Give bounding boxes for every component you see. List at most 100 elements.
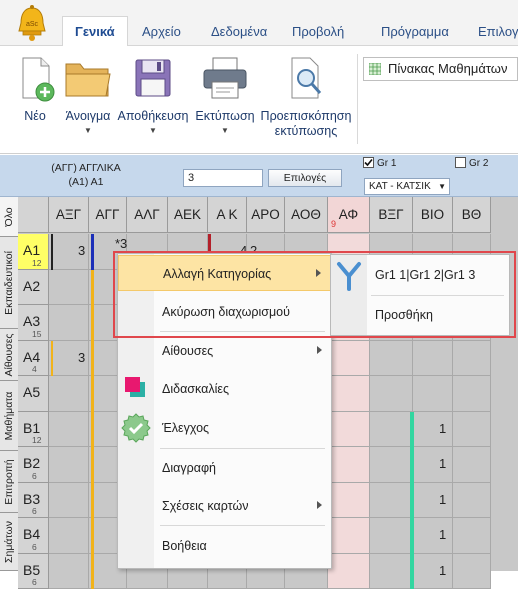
column-header[interactable]: ΒΞΓ <box>370 197 413 233</box>
tab-general[interactable]: Γενικά <box>62 16 128 47</box>
vtab-teachers[interactable]: Εκπαιδευτικοί <box>0 237 18 329</box>
grid-cell[interactable] <box>413 447 453 483</box>
grid-cell[interactable] <box>370 376 413 412</box>
row-header[interactable]: A5 <box>18 376 49 412</box>
grid-cell[interactable] <box>370 518 413 554</box>
grid-cell[interactable] <box>328 518 370 554</box>
grid-cell[interactable] <box>453 447 491 483</box>
menu-item-check[interactable]: Έλεγχος <box>118 410 331 446</box>
row-sub-count: 4 <box>32 364 37 374</box>
grid-cell[interactable] <box>370 554 413 589</box>
grid-cell[interactable] <box>453 341 491 377</box>
row-header[interactable]: A44 <box>18 341 49 377</box>
print-button-label: Εκτύπωση <box>192 109 258 124</box>
tab-file[interactable]: Αρχείο <box>130 17 193 46</box>
vtab-all[interactable]: Όλο <box>0 197 18 237</box>
grid-cell[interactable] <box>413 483 453 519</box>
tab-data[interactable]: Δεδομένα <box>199 17 279 46</box>
grid-cell[interactable] <box>413 518 453 554</box>
grid-cell[interactable] <box>49 447 89 483</box>
print-dropdown-arrow-icon[interactable]: ▼ <box>192 126 258 135</box>
gr1-checkbox[interactable]: Gr 1 <box>363 157 396 169</box>
grid-cell[interactable] <box>328 554 370 589</box>
row-header[interactable]: B112 <box>18 412 49 448</box>
vtab-subjects[interactable]: Μαθήματα <box>0 381 18 451</box>
timetable-view-select[interactable]: Πίνακας Μαθημάτων <box>363 57 518 81</box>
menu-item-help[interactable]: Βοήθεια <box>118 528 331 564</box>
row-header[interactable]: A112 <box>18 234 49 270</box>
print-preview-button[interactable]: Προεπισκόπησηεκτύπωσης <box>258 54 354 139</box>
menu-separator <box>160 448 325 449</box>
app-bell-icon[interactable]: aSc <box>14 4 50 42</box>
menu-item-delete[interactable]: Διαγραφή <box>118 450 331 486</box>
menu-item-card-relations[interactable]: Σχέσεις καρτών <box>118 488 331 524</box>
grid-cell[interactable] <box>453 554 491 589</box>
gr2-checkbox[interactable]: Gr 2 <box>455 157 488 169</box>
new-button[interactable]: Νέο <box>12 54 58 124</box>
save-button[interactable]: Αποθήκευση ▼ <box>116 54 190 135</box>
open-button[interactable]: Άνοιγμα ▼ <box>60 54 116 135</box>
vtab-notes[interactable]: Σημάτων <box>0 513 18 571</box>
row-label: B5 <box>23 562 40 578</box>
cell-value: *3 <box>115 236 127 251</box>
menu-item-rooms[interactable]: Αίθουσες <box>118 333 331 369</box>
grid-cell[interactable] <box>413 341 453 377</box>
column-header[interactable]: ΒΙΟ <box>413 197 453 233</box>
row-header[interactable]: A315 <box>18 305 49 341</box>
row-header[interactable]: B56 <box>18 554 49 589</box>
vtab-rooms[interactable]: Αίθουσες <box>0 329 18 381</box>
column-header[interactable]: ΒΘ <box>453 197 491 233</box>
tab-view[interactable]: Προβολή <box>280 17 356 46</box>
grid-cell[interactable] <box>328 447 370 483</box>
grid-cell[interactable] <box>453 483 491 519</box>
timetable-select-value: Πίνακας Μαθημάτων <box>388 61 507 76</box>
row-header[interactable]: B26 <box>18 447 49 483</box>
grid-cell[interactable] <box>413 554 453 589</box>
gr2-label: Gr 2 <box>469 158 488 169</box>
column-header[interactable]: ΑΡΟ <box>247 197 285 233</box>
grid-cell[interactable] <box>370 341 413 377</box>
grid-cell[interactable] <box>49 518 89 554</box>
row-sub-count: 6 <box>32 542 37 552</box>
category-select[interactable]: ΚΑΤ - ΚΑΤΣΙΚ ▼ <box>364 178 450 195</box>
column-header[interactable]: Α Κ <box>208 197 247 233</box>
grid-cell[interactable] <box>453 518 491 554</box>
column-header[interactable]: ΑΕΚ <box>168 197 208 233</box>
grid-cell[interactable] <box>328 376 370 412</box>
grid-cell[interactable] <box>370 412 413 448</box>
row-header[interactable]: A2 <box>18 270 49 306</box>
grid-cell[interactable] <box>49 376 89 412</box>
grid-cell[interactable] <box>453 376 491 412</box>
tab-schedule[interactable]: Πρόγραμμα <box>369 17 461 46</box>
grid-cell[interactable] <box>413 376 453 412</box>
menu-item-teachings[interactable]: Διδασκαλίες <box>118 371 331 407</box>
subject-name: (ΑΓΓ) ΑΓΓΛΙΚΑ <box>36 161 136 175</box>
grid-cell[interactable] <box>328 412 370 448</box>
grid-corner <box>18 197 49 233</box>
grid-cell[interactable] <box>328 341 370 377</box>
options-button[interactable]: Επιλογές <box>268 169 342 187</box>
grid-cell[interactable] <box>49 554 89 589</box>
vtab-committee[interactable]: Επιτροπή <box>0 451 18 513</box>
grid-cell[interactable] <box>49 270 89 306</box>
column-header[interactable]: ΑΛΓ <box>127 197 168 233</box>
grid-cell[interactable] <box>370 447 413 483</box>
grid-cell[interactable] <box>453 412 491 448</box>
column-header[interactable]: ΑΓΓ <box>89 197 127 233</box>
open-dropdown-arrow-icon[interactable]: ▼ <box>60 126 116 135</box>
tab-options[interactable]: Επιλογ <box>466 17 518 46</box>
grid-cell[interactable] <box>49 483 89 519</box>
column-header[interactable]: ΑΞΓ <box>49 197 89 233</box>
grid-cell[interactable] <box>413 412 453 448</box>
column-header[interactable]: ΑΟΘ <box>285 197 328 233</box>
grid-cell[interactable] <box>49 412 89 448</box>
grid-cell[interactable] <box>370 483 413 519</box>
lesson-count-input[interactable]: 3 <box>183 169 263 187</box>
grid-cell[interactable] <box>49 305 89 341</box>
row-header[interactable]: B46 <box>18 518 49 554</box>
save-dropdown-arrow-icon[interactable]: ▼ <box>116 126 190 135</box>
checkbox-checked-icon <box>363 157 374 168</box>
row-header[interactable]: B36 <box>18 483 49 519</box>
print-button[interactable]: Εκτύπωση ▼ <box>192 54 258 135</box>
grid-cell[interactable] <box>328 483 370 519</box>
